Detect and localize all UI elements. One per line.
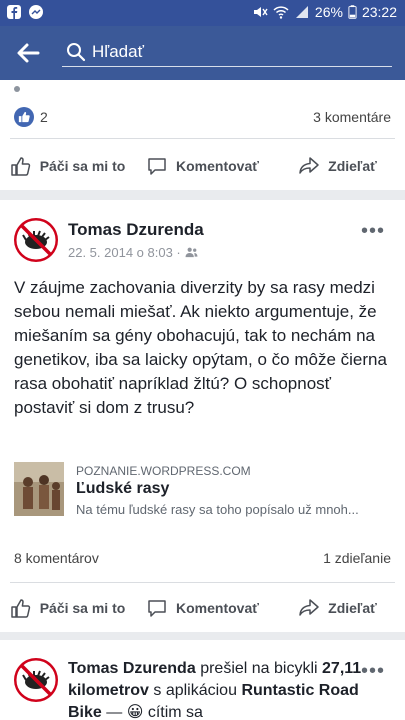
post-actions: Páči sa mi to Komentovať Zdieľať (0, 588, 405, 628)
friends-audience-icon (185, 247, 198, 258)
like-reaction-icon (14, 107, 34, 127)
share-label: Zdieľať (328, 600, 377, 616)
search-icon (67, 43, 86, 62)
like-button[interactable]: Páči sa mi to (0, 588, 135, 628)
share-icon (299, 157, 319, 174)
link-thumbnail (14, 462, 64, 516)
post-actions: Páči sa mi to Komentovať Zdieľať (0, 146, 405, 186)
post-date[interactable]: 22. 5. 2014 o 8:03 · (68, 245, 181, 260)
search-input[interactable]: Hľadať (62, 39, 392, 67)
wifi-icon (273, 6, 289, 19)
scroll-indicator-dot (14, 86, 20, 92)
share-button[interactable]: Zdieľať (270, 588, 405, 628)
share-icon (299, 599, 319, 616)
top-bar: Hľadať (0, 26, 405, 80)
avatar[interactable] (14, 658, 58, 702)
status-bar: 26% 23:22 (0, 0, 405, 26)
comment-button[interactable]: Komentovať (135, 588, 270, 628)
post-stats: 8 komentárov 1 zdieľanie (14, 550, 391, 566)
post-text: V záujme zachovania diverzity by sa rasy… (14, 278, 387, 417)
back-arrow-icon[interactable] (14, 39, 42, 67)
avatar[interactable] (14, 218, 58, 262)
battery-icon (348, 5, 357, 19)
post-author[interactable]: Tomas Dzurenda (68, 220, 204, 240)
share-label: Zdieľať (328, 158, 377, 174)
link-preview[interactable]: POZNANIE.WORDPRESS.COM Ľudské rasy Na té… (14, 462, 394, 522)
comments-count[interactable]: 8 komentárov (14, 550, 99, 566)
activity-text: Tomas Dzurenda prešiel na bicykli 27,11 … (68, 658, 368, 720)
comment-label: Komentovať (176, 600, 259, 616)
activity-action: prešiel na bicykli (200, 660, 318, 677)
comments-count[interactable]: 3 komentáre (313, 109, 391, 125)
shares-count[interactable]: 1 zdieľanie (323, 550, 391, 566)
activity-with-app: s aplikáciou (153, 682, 237, 699)
link-domain: POZNANIE.WORDPRESS.COM (76, 464, 251, 478)
search-placeholder: Hľadať (92, 42, 144, 61)
like-button[interactable]: Páči sa mi to (0, 146, 135, 186)
thumbs-up-icon (10, 157, 30, 176)
activity-feeling: — 😀 cítim sa (106, 704, 203, 720)
post-card-previous: 2 3 komentáre Páči sa mi to Komentovať Z… (0, 80, 405, 190)
mute-icon (253, 7, 268, 17)
like-label: Páči sa mi to (39, 600, 126, 616)
post-author[interactable]: Tomas Dzurenda (68, 660, 196, 677)
signal-icon (295, 6, 308, 18)
thumbs-up-icon (10, 599, 30, 618)
battery-percent: 26% (314, 4, 343, 20)
like-label: Páči sa mi to (39, 158, 126, 174)
share-button[interactable]: Zdieľať (270, 146, 405, 186)
divider (10, 582, 395, 583)
like-count: 2 (40, 109, 48, 125)
messenger-notification-icon (29, 5, 43, 19)
comment-icon (148, 600, 166, 617)
comment-label: Komentovať (176, 158, 259, 174)
divider (10, 138, 395, 139)
post-card: Tomas Dzurenda 22. 5. 2014 o 8:03 · ••• … (0, 200, 405, 632)
post-options-icon[interactable]: ••• (361, 660, 385, 683)
post-meta: 22. 5. 2014 o 8:03 · (68, 245, 198, 260)
comment-icon (148, 158, 166, 175)
post-options-icon[interactable]: ••• (361, 220, 385, 243)
reaction-summary[interactable]: 2 (14, 107, 48, 127)
post-card-next: Tomas Dzurenda prešiel na bicykli 27,11 … (0, 640, 405, 720)
link-title: Ľudské rasy (76, 480, 170, 497)
link-description: Na tému ľudské rasy sa toho popísalo už … (76, 502, 359, 517)
facebook-notification-icon (7, 5, 21, 19)
comment-button[interactable]: Komentovať (135, 146, 270, 186)
clock: 23:22 (361, 4, 397, 20)
